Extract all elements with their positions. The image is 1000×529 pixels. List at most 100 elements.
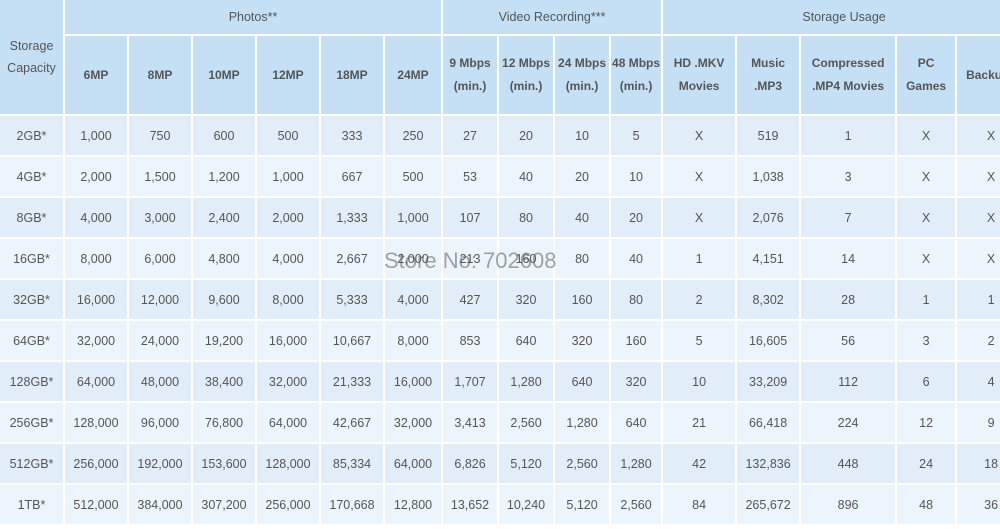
table-cell: 640 [499, 321, 554, 360]
table-cell: 1,500 [129, 157, 191, 196]
capacity-cell: 256GB* [0, 403, 63, 442]
table-cell: X [897, 239, 956, 278]
table-cell: 640 [611, 403, 662, 442]
table-cell: 2 [957, 321, 1000, 360]
table-cell: X [663, 198, 736, 237]
storage-usage-group-header: Storage Usage [663, 0, 1000, 34]
table-cell: 14 [801, 239, 896, 278]
table-cell: 5,120 [499, 444, 554, 483]
table-cell: 10 [611, 157, 662, 196]
table-cell: 10 [663, 362, 736, 401]
table-cell: 4,151 [737, 239, 800, 278]
table-cell: 2,000 [257, 198, 319, 237]
table-cell: 128,000 [257, 444, 319, 483]
table-cell: 5,333 [321, 280, 383, 319]
table-cell: X [897, 198, 956, 237]
table-cell: 85,334 [321, 444, 383, 483]
table-cell: 250 [385, 116, 442, 155]
table-cell: 3 [801, 157, 896, 196]
table-cell: 8,302 [737, 280, 800, 319]
table-cell: 4,800 [193, 239, 255, 278]
table-cell: 33,209 [737, 362, 800, 401]
table-cell: X [957, 198, 1000, 237]
table-cell: 4,000 [65, 198, 127, 237]
table-row: 512GB* 256,000 192,000 153,600 128,000 85,334… [0, 444, 1000, 483]
table-cell: 256,000 [65, 444, 127, 483]
table-cell: 2,560 [499, 403, 554, 442]
table-cell: 519 [737, 116, 800, 155]
table-cell: 8,000 [385, 321, 442, 360]
table-cell: 896 [801, 485, 896, 524]
table-cell: 1 [957, 280, 1000, 319]
col-header-video: 48 Mbps (min.) [611, 36, 662, 114]
col-header-photo: 18MP [321, 36, 383, 114]
table-cell: 512,000 [65, 485, 127, 524]
table-cell: 600 [193, 116, 255, 155]
table-cell: 1,280 [611, 444, 662, 483]
table-cell: 320 [499, 280, 554, 319]
table-cell: 853 [443, 321, 498, 360]
table-cell: 10 [555, 116, 610, 155]
table-row: 64GB* 32,000 24,000 19,200 16,000 10,667 8,000… [0, 321, 1000, 360]
table-cell: 6,826 [443, 444, 498, 483]
table-cell: 27 [443, 116, 498, 155]
table-cell: 40 [555, 198, 610, 237]
col-header-video: 12 Mbps (min.) [499, 36, 554, 114]
col-header-storage: Backups [957, 36, 1000, 114]
table-cell: 3,413 [443, 403, 498, 442]
table-cell: 38,400 [193, 362, 255, 401]
table-cell: 16,605 [737, 321, 800, 360]
col-header-storage: Music .MP3 [737, 36, 800, 114]
table-cell: X [663, 116, 736, 155]
header-column-row: 6MP 8MP 10MP 12MP 18MP 24MP 9 Mbps (min.… [0, 36, 1000, 114]
col-header-video: 24 Mbps (min.) [555, 36, 610, 114]
table-row: 1TB* 512,000 384,000 307,200 256,000 170,668 1… [0, 485, 1000, 524]
table-cell: 2,076 [737, 198, 800, 237]
header-group-row: Storage Capacity Photos** Video Recordin… [0, 0, 1000, 114]
table-cell: 36 [957, 485, 1000, 524]
table-cell: 320 [555, 321, 610, 360]
table-cell: 80 [611, 280, 662, 319]
table-cell: 1,707 [443, 362, 498, 401]
table-cell: X [663, 157, 736, 196]
table-cell: 10,240 [499, 485, 554, 524]
table-cell: 224 [801, 403, 896, 442]
table-cell: 24 [897, 444, 956, 483]
table-cell: 21,333 [321, 362, 383, 401]
col-header-photo: 8MP [129, 36, 191, 114]
table-cell: 4 [957, 362, 1000, 401]
col-header-photo: 6MP [65, 36, 127, 114]
table-cell: X [897, 157, 956, 196]
table-cell: 5 [611, 116, 662, 155]
table-cell: X [957, 239, 1000, 278]
table-row: 8GB* 4,000 3,000 2,400 2,000 1,333 1,000 107 80 4… [0, 198, 1000, 237]
table-cell: 12 [897, 403, 956, 442]
table-cell: 13,652 [443, 485, 498, 524]
col-header-storage: HD .MKV Movies [663, 36, 736, 114]
table-cell: 132,836 [737, 444, 800, 483]
table-cell: 21 [663, 403, 736, 442]
table-cell: 16,000 [385, 362, 442, 401]
table-cell: 1,280 [499, 362, 554, 401]
capacity-cell: 8GB* [0, 198, 63, 237]
table-cell: 66,418 [737, 403, 800, 442]
table-cell: 170,668 [321, 485, 383, 524]
table-cell: 448 [801, 444, 896, 483]
table-cell: X [957, 157, 1000, 196]
table-cell: 64,000 [65, 362, 127, 401]
table-cell: 500 [385, 157, 442, 196]
table-cell: 32,000 [257, 362, 319, 401]
table-cell: 2 [663, 280, 736, 319]
table-cell: 16,000 [257, 321, 319, 360]
table-cell: 4,000 [257, 239, 319, 278]
table-cell: 667 [321, 157, 383, 196]
col-header-storage: Compressed .MP4 Movies [801, 36, 896, 114]
capacity-cell: 128GB* [0, 362, 63, 401]
capacity-cell: 32GB* [0, 280, 63, 319]
table-cell: 64,000 [257, 403, 319, 442]
table-cell: 160 [611, 321, 662, 360]
table-cell: 42 [663, 444, 736, 483]
table-cell: 128,000 [65, 403, 127, 442]
table-cell: 3 [897, 321, 956, 360]
table-cell: 32,000 [65, 321, 127, 360]
